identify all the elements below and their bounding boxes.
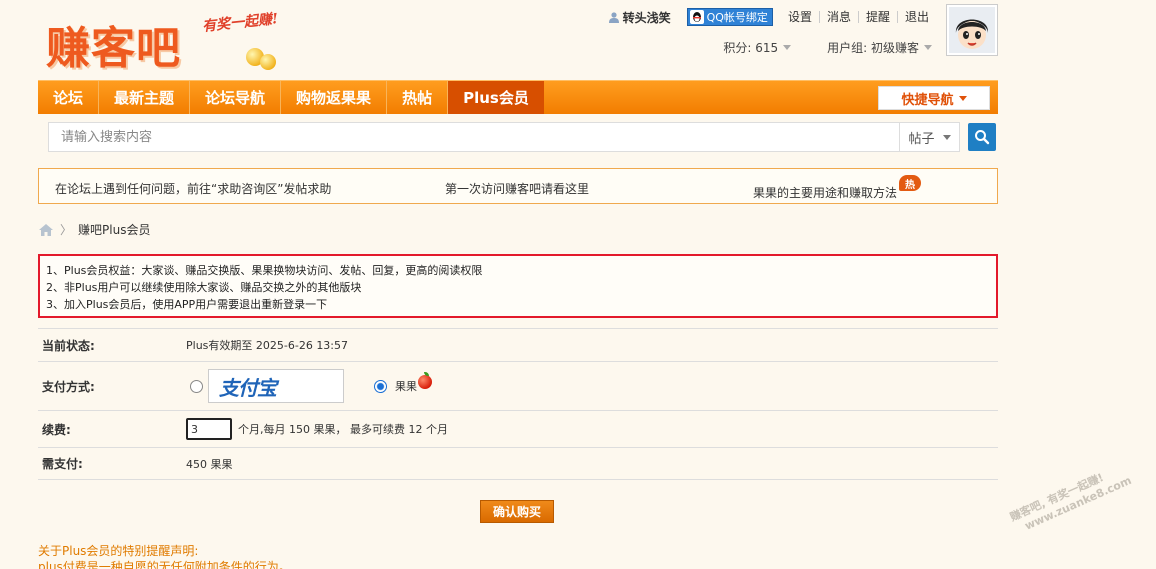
payment-options: 支付宝 果果	[190, 369, 432, 403]
nav-hot-posts[interactable]: 热帖	[387, 81, 449, 114]
rule-line: 3、加入Plus会员后，使用APP用户需要退出重新登录一下	[46, 298, 328, 311]
status-value: Plus有效期至 2025-6-26 13:57	[186, 339, 349, 352]
home-icon[interactable]	[38, 223, 54, 237]
avatar-face-icon	[949, 7, 995, 53]
notifications-link[interactable]: 提醒	[857, 11, 897, 23]
search-type-value: 帖子	[908, 131, 935, 147]
breadcrumb-current[interactable]: 赚吧Plus会员	[78, 221, 150, 238]
breadcrumb-separator-icon: 〉	[60, 223, 73, 237]
status-row: 当前状态: Plus有效期至 2025-6-26 13:57	[38, 328, 998, 361]
chevron-down-icon	[958, 95, 967, 101]
points-text: 积分: 615	[723, 41, 779, 55]
hot-badge: 热	[899, 175, 921, 191]
main-nav: 论坛 最新主题 论坛导航 购物返果果 热帖 Plus会员 快捷导航	[38, 80, 998, 114]
search-type-select[interactable]: 帖子	[899, 123, 959, 151]
apple-icon	[418, 372, 432, 389]
plus-purchase-form: 当前状态: Plus有效期至 2025-6-26 13:57 支付方式: 支付宝…	[38, 328, 998, 480]
chevron-down-icon	[783, 45, 792, 50]
search-button[interactable]	[968, 123, 996, 151]
nav-latest-topics[interactable]: 最新主题	[99, 81, 191, 114]
renew-controls: 个月,每月 150 果果， 最多可续费 12 个月	[186, 418, 448, 440]
payment-row: 支付方式: 支付宝 果果	[38, 361, 998, 410]
quick-nav-button[interactable]: 快捷导航	[878, 86, 990, 110]
messages-link[interactable]: 消息	[818, 11, 858, 23]
disclaimer-line: plus付费是一种自愿的无任何附加条件的行为。	[38, 560, 291, 569]
notice-first-visit-link[interactable]: 第一次访问赚客吧请看这里	[445, 180, 589, 197]
usergroup-dropdown[interactable]: 用户组: 初级赚客	[827, 39, 932, 56]
coins-icon	[242, 42, 282, 72]
chevron-down-icon	[942, 134, 951, 140]
guoguo-radio[interactable]	[374, 379, 387, 393]
notice-help-link[interactable]: 在论坛上遇到任何问题，前往“求助咨询区”发帖求助	[55, 180, 331, 197]
search-bar: 帖子	[48, 122, 960, 152]
logo-text: 赚客吧	[46, 23, 181, 74]
points-dropdown[interactable]: 积分: 615	[723, 39, 792, 56]
renew-row: 续费: 个月,每月 150 果果， 最多可续费 12 个月	[38, 410, 998, 447]
user-icon	[608, 12, 619, 23]
disclaimer-title: 关于Plus会员的特别提醒声明:	[38, 544, 199, 558]
search-input[interactable]	[49, 123, 899, 151]
user-bar: 转头浅笑 QQ帐号绑定 设置 消息 提醒 退出	[608, 7, 936, 27]
amount-value: 450 果果	[186, 457, 233, 471]
alipay-text: 支付宝	[219, 375, 277, 400]
nav-plus-member[interactable]: Plus会员	[448, 81, 544, 114]
notice-bar: 在论坛上遇到任何问题，前往“求助咨询区”发帖求助 第一次访问赚客吧请看这里 果果…	[38, 168, 998, 204]
nav-forum-guide[interactable]: 论坛导航	[190, 81, 282, 114]
status-label: 当前状态:	[42, 338, 95, 353]
usergroup-text: 用户组: 初级赚客	[827, 41, 919, 55]
logout-link[interactable]: 退出	[896, 11, 936, 23]
breadcrumb: 〉 赚吧Plus会员	[38, 221, 150, 238]
rule-line: 1、Plus会员权益：大家谈、赚品交换版、果果换物块访问、发帖、回复，更高的阅读…	[46, 264, 483, 277]
nav-shopping-rebate[interactable]: 购物返果果	[281, 81, 388, 114]
disclaimer: 关于Plus会员的特别提醒声明: plus付费是一种自愿的无任何附加条件的行为。	[38, 543, 291, 569]
nav-forum[interactable]: 论坛	[38, 81, 100, 114]
notice-guoguo-link[interactable]: 果果的主要用途和赚取方法	[753, 184, 897, 201]
renew-label: 续费:	[42, 422, 71, 437]
logo-slogan: 有奖一起赚!	[201, 11, 279, 35]
payment-label: 支付方式:	[42, 379, 95, 394]
qq-bind-button[interactable]: QQ帐号绑定	[686, 8, 773, 26]
amount-label: 需支付:	[42, 457, 83, 471]
guoguo-label: 果果	[395, 380, 417, 393]
confirm-purchase-button[interactable]: 确认购买	[480, 500, 554, 523]
site-logo[interactable]: 赚客吧 有奖一起赚!	[46, 8, 296, 74]
qq-bind-label: QQ帐号绑定	[706, 11, 768, 24]
quick-nav-label: 快捷导航	[901, 92, 954, 108]
chevron-down-icon	[924, 45, 932, 50]
search-icon	[975, 130, 990, 145]
alipay-radio[interactable]	[190, 379, 203, 393]
username-link[interactable]: 转头浅笑	[623, 9, 671, 26]
watermark: 赚客吧, 有奖一起赚! www.zuanke8.com	[1008, 461, 1134, 538]
plus-rules-box: 1、Plus会员权益：大家谈、赚品交换版、果果换物块访问、发帖、回复，更高的阅读…	[38, 254, 998, 318]
alipay-logo[interactable]: 支付宝	[208, 369, 344, 403]
qq-penguin-icon	[689, 10, 704, 24]
renew-description: 个月,每月 150 果果， 最多可续费 12 个月	[238, 423, 448, 436]
user-stats: 积分: 615 用户组: 初级赚客	[687, 39, 932, 56]
avatar[interactable]	[946, 4, 998, 56]
settings-link[interactable]: 设置	[781, 11, 819, 23]
rule-line: 2、非Plus用户可以继续使用除大家谈、赚品交换之外的其他版块	[46, 281, 362, 294]
renew-months-input[interactable]	[186, 418, 232, 440]
amount-row: 需支付: 450 果果	[38, 447, 998, 480]
